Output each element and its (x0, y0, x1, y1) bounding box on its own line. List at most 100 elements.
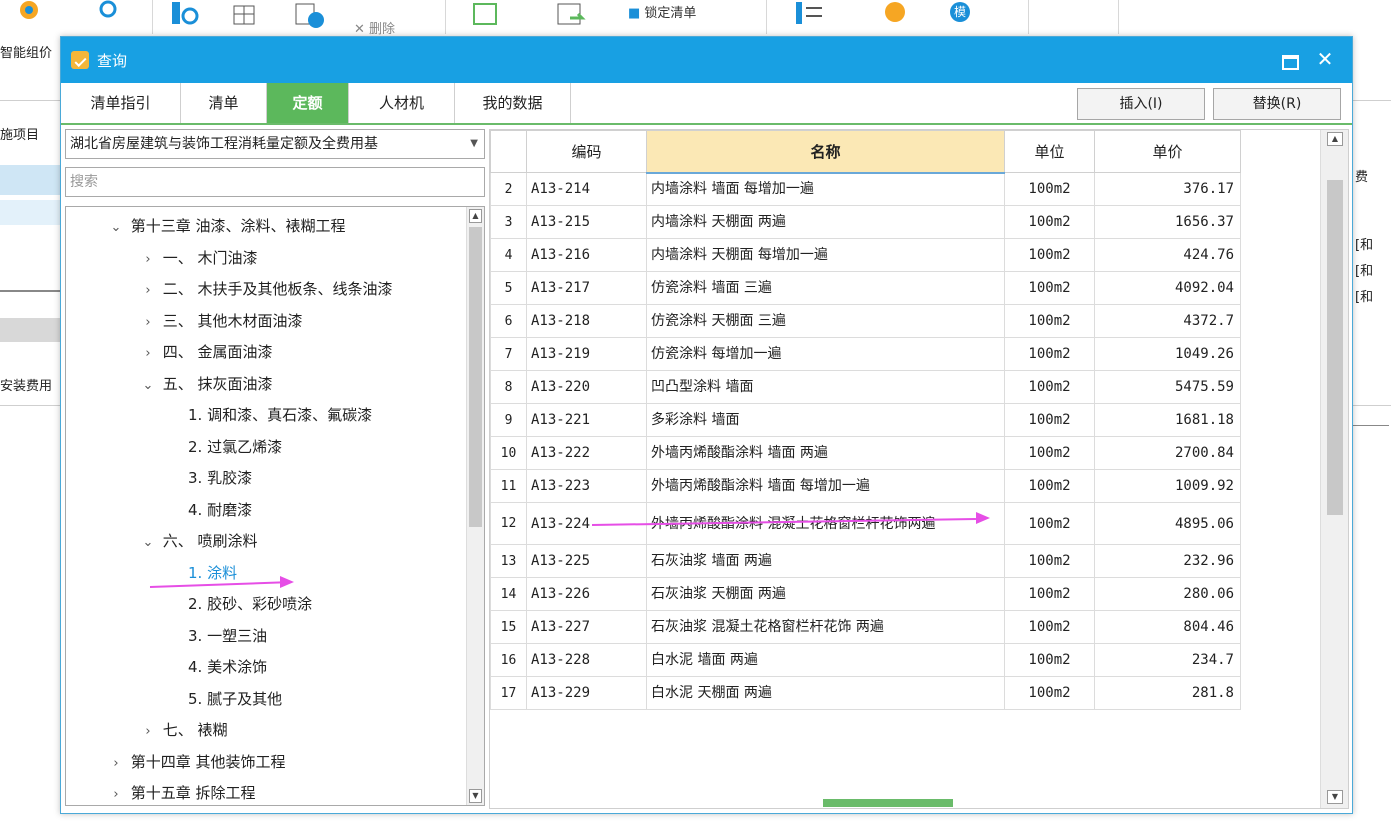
tree-node[interactable]: 4. 美术涂饰 (188, 652, 267, 682)
table-row[interactable]: 14 A13-226 石灰油浆 天棚面 两遍 100m2 280.06 (490, 577, 1241, 611)
tree-node[interactable]: › 二、 木扶手及其他板条、线条油漆 (138, 274, 392, 306)
table-row[interactable]: 17 A13-229 白水泥 天棚面 两遍 100m2 281.8 (490, 676, 1241, 710)
quota-unit: 100m2 (1004, 502, 1095, 545)
lock-list-button[interactable]: ■ 锁定清单 (628, 2, 696, 21)
tree-node[interactable]: ⌄ 第十三章 油漆、涂料、裱糊工程 (106, 211, 346, 241)
chevron-right-icon[interactable]: › (106, 749, 126, 779)
chevron-right-icon[interactable]: › (138, 717, 158, 747)
quota-library-value: 湖北省房屋建筑与装饰工程消耗量定额及全费用基 (70, 136, 378, 152)
query-icon[interactable] (170, 0, 200, 30)
tree-node[interactable]: 2. 过氯乙烯漆 (188, 432, 282, 462)
table-row[interactable]: 7 A13-219 仿瓷涂料 每增加一遍 100m2 1049.26 (490, 337, 1241, 371)
quota-price: 376.17 (1094, 172, 1241, 206)
row-index: 16 (490, 643, 527, 677)
scroll-thumb[interactable] (1327, 180, 1343, 515)
grid-scrollbar[interactable]: ▲ ▼ (1320, 130, 1348, 808)
quota-library-select[interactable]: 湖北省房屋建筑与装饰工程消耗量定额及全费用基 ▼ (65, 129, 485, 159)
quota-price: 5475.59 (1094, 370, 1241, 404)
col-header-index[interactable] (490, 130, 527, 173)
resize-handle[interactable] (823, 799, 953, 807)
quota-name: 凹凸型涂料 墙面 (646, 370, 1005, 404)
scroll-up-icon[interactable]: ▲ (469, 209, 482, 223)
quota-grid: 编码 名称 单位 单价 2 A13-214 内墙涂料 墙面 每增加一遍 100m2 37… (489, 129, 1349, 809)
table-row[interactable]: 13 A13-225 石灰油浆 墙面 两遍 100m2 232.96 (490, 544, 1241, 578)
person-list-icon[interactable] (794, 0, 824, 30)
tab-bill[interactable]: 清单 (181, 83, 267, 123)
tree-node[interactable]: 3. 乳胶漆 (188, 463, 252, 493)
tree-node[interactable]: ⌄ 五、 抹灰面油漆 (138, 369, 273, 399)
table-row[interactable]: 15 A13-227 石灰油浆 混凝土花格窗栏杆花饰 两遍 100m2 804.46 (490, 610, 1241, 644)
search-group-icon[interactable] (94, 0, 124, 30)
chevron-right-icon[interactable]: › (106, 780, 126, 805)
table-row[interactable]: 4 A13-216 内墙涂料 天棚面 每增加一遍 100m2 424.76 (490, 238, 1241, 272)
table-row[interactable]: 8 A13-220 凹凸型涂料 墙面 100m2 5475.59 (490, 370, 1241, 404)
price-icon[interactable] (880, 0, 910, 30)
tree-node[interactable]: ⌄ 六、 喷刷涂料 (138, 526, 258, 556)
replace-button[interactable]: 替换(R) (1213, 88, 1341, 120)
chevron-down-icon[interactable]: ▼ (470, 130, 478, 158)
row-index: 17 (490, 676, 527, 710)
insert-button[interactable]: 插入(I) (1077, 88, 1205, 120)
scroll-down-icon[interactable]: ▼ (1327, 790, 1343, 804)
scroll-thumb[interactable] (469, 227, 482, 527)
table-row[interactable]: 11 A13-223 外墙丙烯酸酯涂料 墙面 每增加一遍 100m2 1009.92 (490, 469, 1241, 503)
tree-node[interactable]: › 四、 金属面油漆 (138, 337, 272, 369)
chevron-right-icon[interactable]: › (138, 308, 158, 338)
table-row[interactable]: 16 A13-228 白水泥 墙面 两遍 100m2 234.7 (490, 643, 1241, 677)
col-header-name[interactable]: 名称 (646, 130, 1005, 174)
chevron-right-icon[interactable]: › (138, 245, 158, 275)
tree-node[interactable]: 3. 一塑三油 (188, 621, 267, 651)
left-panel: 湖北省房屋建筑与装饰工程消耗量定额及全费用基 ▼ 搜索 ⌄ 第十三章 油漆、涂料… (65, 129, 485, 809)
template-button[interactable]: 模 (950, 2, 970, 22)
table-row[interactable]: 6 A13-218 仿瓷涂料 天棚面 三遍 100m2 4372.7 (490, 304, 1241, 338)
tree-node[interactable]: 2. 胶砂、彩砂喷涂 (188, 589, 312, 619)
quota-name: 仿瓷涂料 墙面 三遍 (646, 271, 1005, 305)
search-input[interactable]: 搜索 (65, 167, 485, 197)
quota-name: 石灰油浆 墙面 两遍 (646, 544, 1005, 578)
delete-button[interactable]: ✕ 删除 (354, 18, 395, 37)
quota-code: A13-228 (526, 643, 647, 677)
table-add-icon[interactable] (232, 0, 262, 30)
dialog-titlebar[interactable]: 查询 ✕ (61, 37, 1352, 83)
table-row[interactable]: 9 A13-221 多彩涂料 墙面 100m2 1681.18 (490, 403, 1241, 437)
chevron-down-icon[interactable]: ⌄ (138, 528, 158, 558)
close-button[interactable]: ✕ (1314, 48, 1336, 70)
tab-quota[interactable]: 定额 (267, 83, 349, 123)
annotation-arrowhead-tree (280, 576, 294, 588)
bg-item-label: [和 (1355, 238, 1374, 253)
chevron-down-icon[interactable]: ⌄ (138, 371, 158, 401)
tab-labor-material-machine[interactable]: 人材机 (349, 83, 455, 123)
export-icon[interactable] (556, 0, 586, 30)
col-header-unit[interactable]: 单位 (1004, 130, 1095, 173)
col-header-code[interactable]: 编码 (526, 130, 647, 173)
tree-node[interactable]: › 三、 其他木材面油漆 (138, 306, 302, 338)
chevron-right-icon[interactable]: › (138, 276, 158, 306)
tree-node[interactable]: 4. 耐磨漆 (188, 495, 252, 525)
tree-node[interactable]: › 第十五章 拆除工程 (106, 778, 255, 805)
sheet-icon[interactable] (470, 0, 500, 30)
tree-node[interactable]: › 一、 木门油漆 (138, 243, 257, 275)
tree-node[interactable]: 5. 腻子及其他 (188, 684, 282, 714)
table-row[interactable]: 3 A13-215 内墙涂料 天棚面 两遍 100m2 1656.37 (490, 205, 1241, 239)
group-add-icon[interactable] (14, 0, 44, 30)
quota-code: A13-222 (526, 436, 647, 470)
tree-node[interactable]: › 第十四章 其他装饰工程 (106, 747, 285, 779)
chevron-right-icon[interactable]: › (138, 339, 158, 369)
row-index: 4 (490, 238, 527, 272)
scroll-up-icon[interactable]: ▲ (1327, 132, 1343, 146)
bg-blue-row (0, 200, 60, 225)
tab-my-data[interactable]: 我的数据 (455, 83, 571, 123)
tree-node-label: 4. 美术涂饰 (188, 658, 268, 676)
table-row[interactable]: 10 A13-222 外墙丙烯酸酯涂料 墙面 两遍 100m2 2700.84 (490, 436, 1241, 470)
tree-node[interactable]: › 七、 裱糊 (138, 715, 227, 747)
scroll-down-icon[interactable]: ▼ (469, 789, 482, 803)
table-row[interactable]: 2 A13-214 内墙涂料 墙面 每增加一遍 100m2 376.17 (490, 172, 1241, 206)
maximize-button[interactable] (1280, 51, 1299, 70)
table-row[interactable]: 5 A13-217 仿瓷涂料 墙面 三遍 100m2 4092.04 (490, 271, 1241, 305)
tab-bill-guide[interactable]: 清单指引 (61, 83, 181, 123)
chevron-down-icon[interactable]: ⌄ (106, 213, 126, 243)
tree-scrollbar[interactable]: ▲ ▼ (466, 207, 484, 805)
col-header-price[interactable]: 单价 (1094, 130, 1241, 173)
tree-node[interactable]: 1. 调和漆、真石漆、氟碳漆 (188, 400, 372, 430)
insert-icon[interactable] (294, 0, 324, 30)
